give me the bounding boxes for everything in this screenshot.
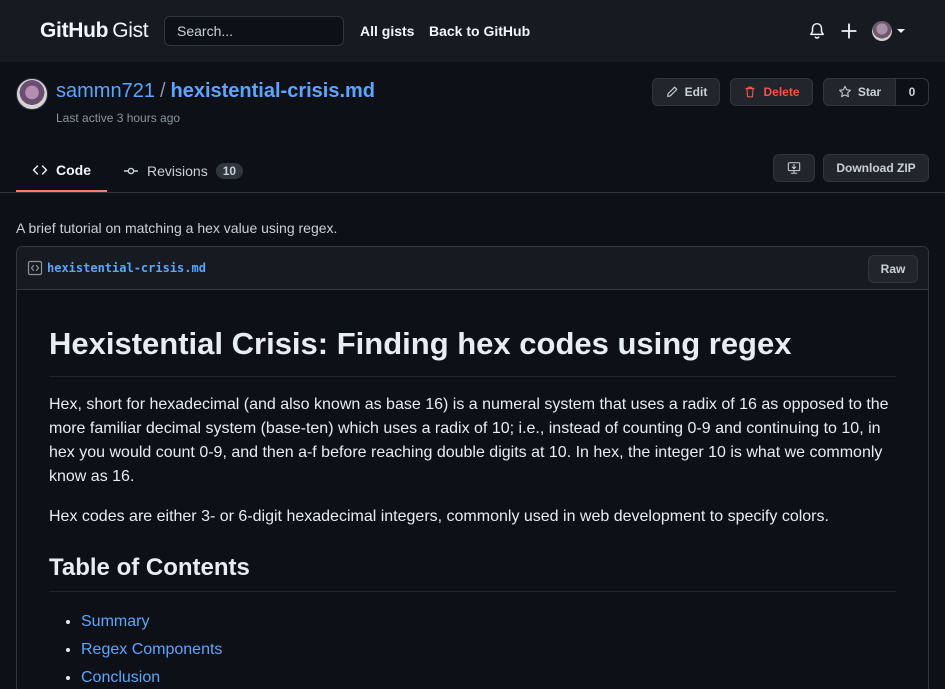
tab-code-label: Code (56, 162, 91, 178)
raw-button[interactable]: Raw (868, 255, 918, 283)
logo-gist-text: Gist (112, 19, 149, 42)
star-label: Star (857, 85, 882, 99)
toc-list: Summary Regex Components Conclusion (49, 608, 896, 689)
top-header: GitHub Gist Search... All gists Back to G… (0, 0, 945, 62)
gist-breadcrumb: sammn721/hexistential-crisis.md (56, 80, 375, 103)
toc-link-conclusion[interactable]: Conclusion (81, 669, 160, 686)
search-input[interactable]: Search... (164, 16, 344, 46)
last-active-text: Last active 3 hours ago (56, 111, 181, 125)
tab-revisions-label: Revisions (147, 163, 208, 179)
trash-icon (746, 86, 755, 98)
star-count[interactable]: 0 (896, 79, 928, 105)
file-code-icon (27, 260, 43, 276)
intro-paragraph: Hex, short for hexadecimal (and also kno… (49, 396, 889, 485)
code-icon (32, 165, 48, 175)
owner-avatar[interactable] (16, 78, 48, 110)
star-icon (838, 85, 851, 98)
toc-item: Summary (81, 608, 896, 636)
breadcrumb-separator: / (159, 80, 166, 102)
tab-revisions[interactable]: Revisions 10 (107, 150, 259, 192)
embed-download-button[interactable] (773, 154, 815, 182)
tab-code[interactable]: Code (16, 150, 107, 192)
edit-button[interactable]: Edit (652, 78, 720, 106)
toc-heading: Table of Contents (49, 553, 896, 592)
caret-down-icon[interactable] (897, 29, 905, 33)
owner-link[interactable]: sammn721 (56, 80, 155, 102)
toc-item: Conclusion (81, 664, 896, 689)
tabs-divider (0, 192, 945, 193)
file-header: hexistential-crisis.md Raw (17, 247, 928, 290)
bell-icon[interactable] (808, 22, 826, 40)
desktop-download-icon (787, 162, 801, 174)
github-gist-logo[interactable]: GitHub Gist (40, 19, 149, 43)
markdown-body: Hexistential Crisis: Finding hex codes u… (17, 290, 928, 689)
toc-link-regex-components[interactable]: Regex Components (81, 641, 222, 658)
star-button[interactable]: Star (824, 79, 896, 105)
all-gists-link[interactable]: All gists (360, 23, 414, 39)
back-to-github-link[interactable]: Back to GitHub (429, 23, 530, 39)
user-avatar[interactable] (872, 21, 892, 41)
file-name-link[interactable]: hexistential-crisis.md (47, 261, 206, 275)
star-button-group: Star 0 (823, 78, 929, 106)
edit-label: Edit (684, 85, 708, 99)
file-container: hexistential-crisis.md Raw Hexistential … (16, 246, 929, 689)
git-commit-icon (124, 167, 138, 175)
hex-codes-paragraph: Hex codes are either 3- or 6-digit hexad… (49, 508, 829, 525)
revisions-counter: 10 (215, 163, 244, 179)
plus-icon[interactable] (840, 22, 858, 40)
toc-item: Regex Components (81, 636, 896, 664)
delete-button[interactable]: Delete (730, 78, 813, 106)
pencil-icon (666, 86, 678, 97)
gist-description: A brief tutorial on matching a hex value… (16, 220, 338, 236)
download-zip-button[interactable]: Download ZIP (823, 154, 929, 182)
logo-github-text: GitHub (40, 19, 109, 42)
toc-link-summary[interactable]: Summary (81, 613, 149, 630)
delete-label: Delete (763, 85, 800, 99)
markdown-title: Hexistential Crisis: Finding hex codes u… (49, 324, 896, 377)
gist-title-link[interactable]: hexistential-crisis.md (171, 80, 376, 102)
